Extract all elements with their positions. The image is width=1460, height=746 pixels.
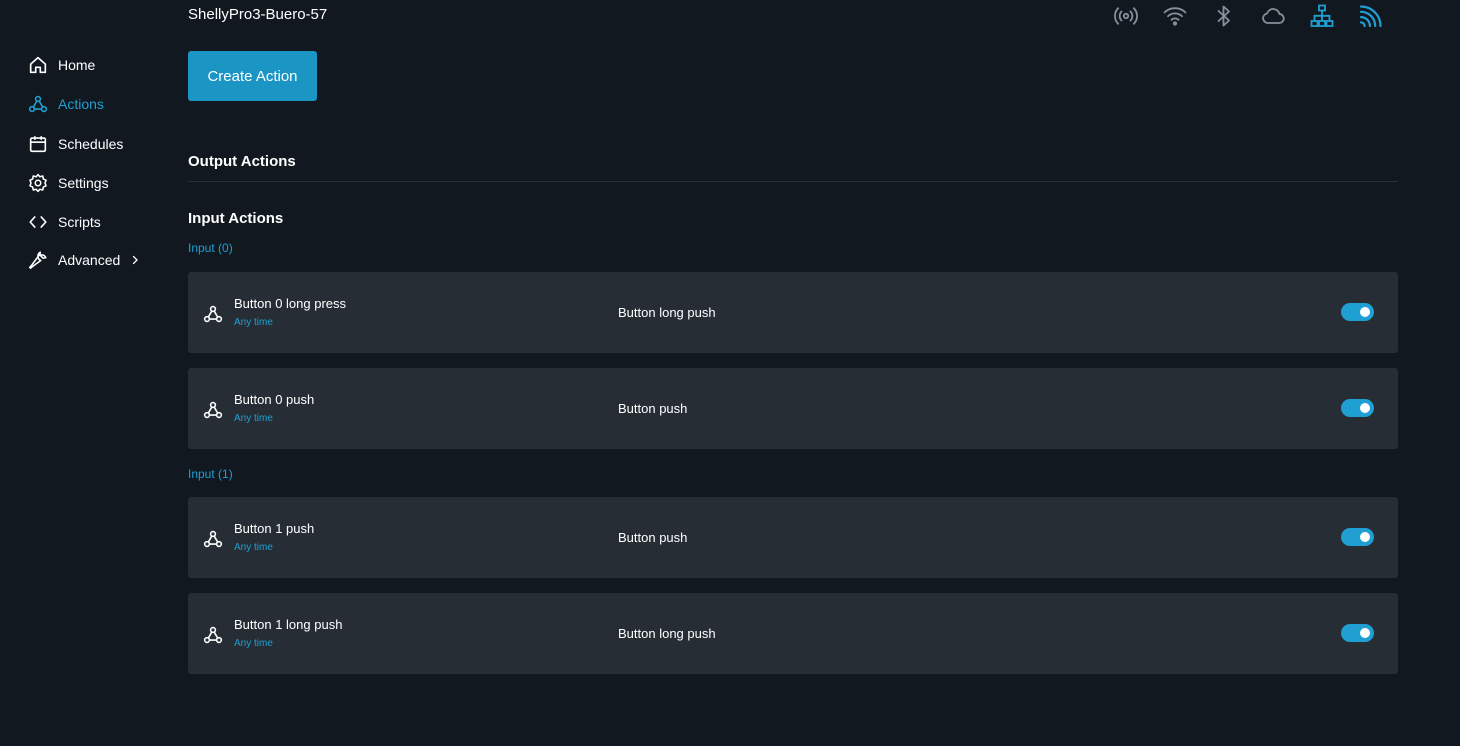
action-name: Button 0 long press [234,296,347,311]
sidebar-item-schedules[interactable]: Schedules [26,130,156,158]
sidebar-item-advanced[interactable]: Advanced [26,246,156,274]
action-schedule: Any time [234,542,273,553]
action-row[interactable]: Button 0 long press Any time Button long… [188,272,1398,353]
enable-toggle[interactable] [1341,303,1374,321]
action-event: Button long push [618,305,716,320]
action-event: Button long push [618,626,716,641]
sidebar-item-label: Advanced [58,252,121,268]
enable-toggle[interactable] [1341,399,1374,417]
status-icons [1112,2,1385,30]
action-schedule: Any time [234,317,273,328]
action-name: Button 1 long push [234,617,343,632]
wrench-icon [26,248,50,272]
enable-toggle[interactable] [1341,624,1374,642]
action-row[interactable]: Button 1 push Any time Button push [188,497,1398,578]
action-event: Button push [618,401,688,416]
sidebar-item-label: Schedules [58,136,124,152]
group-label-input-0: Input (0) [188,241,233,255]
output-actions-title: Output Actions [188,153,296,170]
calendar-icon [26,132,50,156]
wifi-icon [1161,2,1189,30]
ethernet-icon [1308,2,1336,30]
sidebar-item-actions[interactable]: Actions [26,90,156,118]
sidebar: Home Actions Schedules Settings Scripts [0,0,170,746]
sidebar-item-home[interactable]: Home [26,51,156,79]
toggle-knob [1360,628,1370,638]
code-icon [26,210,50,234]
webhook-icon [202,303,224,325]
chevron-right-icon [130,254,142,266]
sidebar-item-settings[interactable]: Settings [26,169,156,197]
sidebar-item-label: Home [58,57,96,73]
app-root: Home Actions Schedules Settings Scripts [0,0,1460,746]
action-row[interactable]: Button 1 long push Any time Button long … [188,593,1398,674]
sidebar-item-label: Settings [58,175,109,191]
sidebar-item-label: Scripts [58,214,101,230]
webhook-icon [26,92,50,116]
divider [188,181,1398,182]
action-event: Button push [618,530,688,545]
antenna-icon [1112,2,1140,30]
webhook-icon [202,528,224,550]
toggle-knob [1360,532,1370,542]
action-schedule: Any time [234,638,273,649]
input-actions-title: Input Actions [188,210,284,227]
cloud-icon [1259,2,1287,30]
action-name: Button 0 push [234,392,315,407]
create-action-button[interactable]: Create Action [188,51,317,101]
action-schedule: Any time [234,413,273,424]
action-row[interactable]: Button 0 push Any time Button push [188,368,1398,449]
toggle-knob [1360,403,1370,413]
sidebar-item-scripts[interactable]: Scripts [26,208,156,236]
toggle-knob [1360,307,1370,317]
webhook-icon [202,624,224,646]
enable-toggle[interactable] [1341,528,1374,546]
sidebar-item-label: Actions [58,96,104,112]
webhook-icon [202,399,224,421]
home-icon [26,53,50,77]
device-name: ShellyPro3-Buero-57 [188,6,328,23]
bluetooth-icon [1210,2,1238,30]
mqtt-icon [1357,2,1385,30]
action-name: Button 1 push [234,521,315,536]
gear-icon [26,171,50,195]
group-label-input-1: Input (1) [188,467,233,481]
